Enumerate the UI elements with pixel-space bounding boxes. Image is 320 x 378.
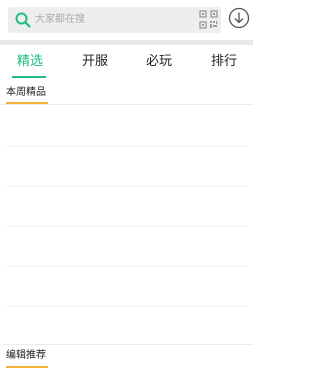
list-divider: [6, 146, 248, 147]
section-divider: [0, 344, 253, 345]
download-icon[interactable]: [228, 7, 250, 29]
tab-featured[interactable]: 精选: [10, 52, 50, 74]
search-placeholder: 大家都在搜: [35, 14, 85, 25]
active-tab-indicator: [12, 76, 46, 78]
section-editor-title: 编辑推荐: [6, 350, 46, 361]
list-divider: [6, 186, 248, 187]
tab-must-play[interactable]: 必玩: [139, 52, 179, 74]
tab-rankings[interactable]: 排行: [204, 52, 244, 74]
list-divider: [6, 226, 248, 227]
section-weekly-title: 本周精品: [6, 87, 46, 98]
list-divider: [6, 306, 248, 307]
tab-bar: 精选 开服 必玩 排行: [0, 45, 253, 81]
search-icon: [15, 12, 31, 28]
search-input[interactable]: 大家都在搜: [8, 7, 221, 33]
list-divider: [6, 266, 248, 267]
section-divider: [0, 104, 253, 105]
section-weekly-header: 本周精品: [0, 84, 253, 106]
qr-code-icon[interactable]: [199, 10, 218, 29]
weekly-list: [0, 106, 253, 344]
top-bar: 大家都在搜: [0, 0, 253, 40]
section-editor-header: 编辑推荐: [0, 344, 253, 368]
tab-new-servers[interactable]: 开服: [75, 52, 115, 74]
section-editor-underline: [6, 366, 48, 368]
